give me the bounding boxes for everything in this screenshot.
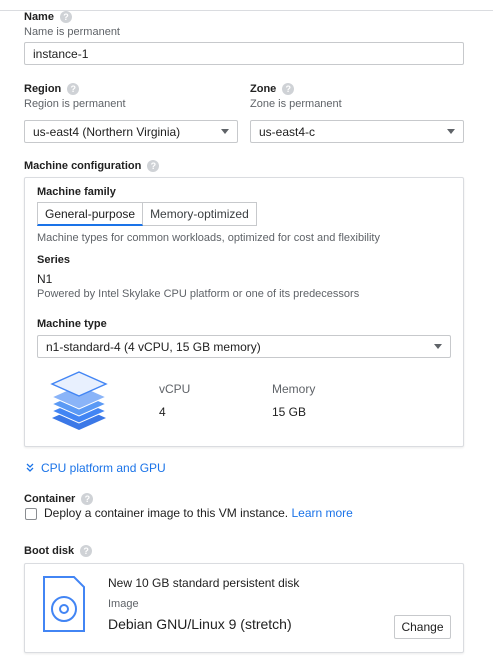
memory-header: Memory xyxy=(272,382,316,396)
boot-disk-title: New 10 GB standard persistent disk xyxy=(108,576,300,590)
container-checkbox-label: Deploy a container image to this VM inst… xyxy=(44,506,289,520)
zone-label: Zone xyxy=(250,83,277,95)
help-icon[interactable]: ? xyxy=(282,83,295,95)
machine-config-label: Machine configuration xyxy=(24,160,142,172)
cpu-platform-link-label: CPU platform and GPU xyxy=(41,461,166,475)
change-button[interactable]: Change xyxy=(394,615,451,639)
boot-disk-label: Boot disk xyxy=(24,545,75,557)
boot-disk-label-row: Boot disk ? xyxy=(24,545,93,557)
vcpu-value: 4 xyxy=(159,405,166,419)
machine-family-description: Machine types for common workloads, opti… xyxy=(37,232,380,244)
tab-general-purpose[interactable]: General-purpose xyxy=(37,202,144,226)
region-hint: Region is permanent xyxy=(24,98,126,110)
container-checkbox[interactable] xyxy=(25,508,37,520)
boot-image-label: Image xyxy=(108,598,139,610)
name-label-row: Name ? xyxy=(24,11,72,23)
cpu-platform-link[interactable]: CPU platform and GPU xyxy=(25,461,166,475)
dropdown-arrow-icon xyxy=(434,344,442,349)
machine-family-label: Machine family xyxy=(37,186,116,198)
name-input-value: instance-1 xyxy=(33,46,89,61)
memory-value: 15 GB xyxy=(272,405,307,419)
help-icon[interactable]: ? xyxy=(147,160,160,172)
vcpu-header: vCPU xyxy=(159,382,191,396)
help-icon[interactable]: ? xyxy=(59,11,72,23)
name-label: Name xyxy=(24,11,54,23)
boot-image-value: Debian GNU/Linux 9 (stretch) xyxy=(108,616,292,632)
region-label-row: Region ? xyxy=(24,83,80,95)
region-select-value: us-east4 (Northern Virginia) xyxy=(33,124,181,139)
series-description: Powered by Intel Skylake CPU platform or… xyxy=(37,288,360,300)
name-input[interactable]: instance-1 xyxy=(24,42,464,65)
top-divider xyxy=(0,10,493,11)
disk-icon xyxy=(43,576,85,632)
machine-type-select[interactable]: n1-standard-4 (4 vCPU, 15 GB memory) xyxy=(37,335,451,358)
machine-type-label: Machine type xyxy=(37,318,107,330)
zone-label-row: Zone ? xyxy=(250,83,295,95)
series-label: Series xyxy=(37,254,71,266)
help-icon[interactable]: ? xyxy=(81,493,94,505)
zone-select-value: us-east4-c xyxy=(259,124,316,139)
series-value: N1 xyxy=(37,272,53,286)
layers-icon xyxy=(50,371,108,430)
machine-config-label-row: Machine configuration ? xyxy=(24,160,160,172)
help-icon[interactable]: ? xyxy=(67,83,80,95)
container-checkbox-row: Deploy a container image to this VM inst… xyxy=(44,506,353,520)
zone-select[interactable]: us-east4-c xyxy=(250,120,464,143)
tab-memory-optimized[interactable]: Memory-optimized xyxy=(143,202,257,226)
region-select[interactable]: us-east4 (Northern Virginia) xyxy=(24,120,238,143)
machine-family-tabs: General-purpose Memory-optimized xyxy=(37,202,257,226)
name-hint: Name is permanent xyxy=(24,26,120,38)
learn-more-link[interactable]: Learn more xyxy=(291,506,352,520)
chevron-down-icon xyxy=(26,463,34,472)
machine-type-value: n1-standard-4 (4 vCPU, 15 GB memory) xyxy=(46,339,261,354)
container-label: Container xyxy=(24,493,76,505)
help-icon[interactable]: ? xyxy=(80,545,93,557)
zone-hint: Zone is permanent xyxy=(250,98,342,110)
dropdown-arrow-icon xyxy=(221,129,229,134)
region-label: Region xyxy=(24,83,62,95)
container-label-row: Container ? xyxy=(24,493,94,505)
dropdown-arrow-icon xyxy=(447,129,455,134)
